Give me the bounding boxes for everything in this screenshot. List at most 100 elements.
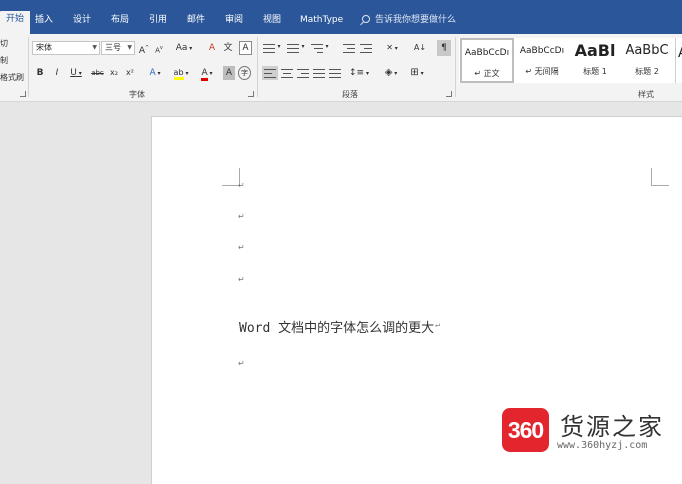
clipboard-dialog-launcher[interactable] <box>20 91 26 97</box>
strikethrough-icon: abc <box>91 69 104 77</box>
copy-button[interactable]: 制 <box>0 55 8 66</box>
align-center-icon[interactable] <box>281 68 293 78</box>
bullets-icon[interactable] <box>263 43 275 53</box>
italic-button[interactable]: I <box>52 66 62 80</box>
style-cell-partial[interactable]: A <box>675 38 682 83</box>
tab-view[interactable]: 视图 <box>257 12 287 32</box>
tab-layout[interactable]: 布局 <box>105 12 135 32</box>
sort-icon: A↓ <box>413 43 427 52</box>
paragraph-mark: ↵ <box>238 359 245 368</box>
font-size-combo[interactable]: 三号 ▼ <box>101 41 135 55</box>
text-effects-button[interactable]: A ▾ <box>146 66 164 80</box>
superscript-button[interactable]: x² <box>124 66 136 80</box>
chinese-layout-icon: ✕ <box>386 43 393 52</box>
italic-icon: I <box>55 68 59 78</box>
format-painter-button[interactable]: 格式刷 <box>0 72 24 83</box>
borders-button[interactable]: ⊞ ▾ <box>405 66 429 80</box>
style-heading-2[interactable]: AaBbC 标题 2 <box>622 38 672 83</box>
tab-design[interactable]: 设计 <box>67 12 97 32</box>
paragraph-mark: ↵ <box>238 243 245 252</box>
character-shading-icon: A <box>225 68 233 78</box>
document-text-line[interactable]: Word 文档中的字体怎么调的更大↵ <box>239 317 440 336</box>
character-border-button[interactable]: A <box>239 41 252 55</box>
tab-mathtype[interactable]: MathType <box>294 12 349 32</box>
search-icon <box>362 15 370 23</box>
numbering-icon[interactable] <box>287 43 299 53</box>
font-name-combo[interactable]: 宋体 ▼ <box>32 41 100 55</box>
shrink-font-button[interactable]: Av <box>153 41 165 55</box>
chevron-down-icon: ▼ <box>127 44 132 51</box>
sort-button[interactable]: A↓ <box>413 41 427 55</box>
tab-mailings[interactable]: 邮件 <box>181 12 211 32</box>
phonetic-guide-icon: 文 <box>223 43 233 53</box>
cut-button[interactable]: 切 <box>0 38 8 49</box>
bold-icon: B <box>36 68 44 78</box>
multilevel-list-icon[interactable] <box>311 43 323 53</box>
font-color-button[interactable]: A ▾ <box>197 66 217 81</box>
group-separator <box>28 37 29 97</box>
bold-button[interactable]: B <box>35 66 45 80</box>
underline-icon: U <box>70 68 77 78</box>
watermark-logo: 360 <box>502 408 549 452</box>
grow-font-button[interactable]: A^ <box>138 41 150 56</box>
align-left-icon[interactable] <box>262 66 278 80</box>
chevron-down-icon[interactable]: ▾ <box>324 40 330 54</box>
style-normal[interactable]: AaBbCcDı ↵ 正文 <box>460 38 514 83</box>
underline-button[interactable]: U ▾ <box>68 66 84 80</box>
chevron-down-icon[interactable]: ▾ <box>276 40 282 54</box>
style-no-spacing[interactable]: AaBbCcDı ↵ 无间隔 <box>516 38 568 83</box>
shading-button[interactable]: ◈ ▾ <box>381 66 401 80</box>
highlight-button[interactable]: ab ▾ <box>170 66 192 80</box>
style-name: ↵ 无间隔 <box>525 67 559 76</box>
paragraph-dialog-launcher[interactable] <box>446 91 452 97</box>
subscript-button[interactable]: x₂ <box>108 66 120 80</box>
enclose-characters-button[interactable]: 字 <box>238 66 251 80</box>
change-case-icon: Aa <box>175 43 188 53</box>
styles-group-label: 样式 <box>638 90 654 99</box>
character-shading-button[interactable]: A <box>223 66 235 80</box>
style-preview: AaBl <box>574 41 616 60</box>
decrease-indent-icon[interactable] <box>343 43 355 53</box>
line-spacing-button[interactable]: ↕≡ ▾ <box>348 66 370 80</box>
document-text: Word 文档中的字体怎么调的更大 <box>239 321 435 336</box>
style-preview: AaBbC <box>625 43 669 58</box>
paragraph-group-label: 段落 <box>342 90 358 99</box>
styles-gallery: AaBbCcDı ↵ 正文 AaBbCcDı ↵ 无间隔 AaBl 标题 1 A… <box>459 38 682 83</box>
strikethrough-button[interactable]: abc <box>90 66 105 80</box>
ribbon-tab-bar: 开始 插入 设计 布局 引用 邮件 审阅 视图 MathType 告诉我你想要做… <box>0 0 682 34</box>
tab-home[interactable]: 开始 <box>0 11 31 34</box>
paragraph-mark: ↵ <box>238 212 245 221</box>
style-preview: AaBbCcDı <box>464 48 510 58</box>
font-group-label: 字体 <box>129 90 145 99</box>
paragraph-mark-icon: ¶ <box>441 43 447 53</box>
change-case-button[interactable]: Aa ▾ <box>174 41 194 55</box>
tab-references[interactable]: 引用 <box>143 12 173 32</box>
borders-icon: ⊞ <box>410 67 419 78</box>
group-separator <box>257 37 258 97</box>
style-heading-1[interactable]: AaBl 标题 1 <box>569 38 621 83</box>
align-right-icon[interactable] <box>297 68 309 78</box>
style-name: ↵ 正文 <box>474 69 500 78</box>
style-preview: AaBbCcDı <box>519 46 565 56</box>
tab-insert[interactable]: 插入 <box>29 12 59 32</box>
watermark-url: www.360hyzj.com <box>557 440 648 451</box>
crop-mark-top-right <box>651 168 669 186</box>
distributed-icon[interactable] <box>329 68 341 78</box>
tab-review[interactable]: 审阅 <box>219 12 249 32</box>
chevron-down-icon[interactable]: ▾ <box>300 40 306 54</box>
font-name-value: 宋体 <box>36 43 52 52</box>
increase-indent-icon[interactable] <box>360 43 372 53</box>
clear-format-button[interactable]: A <box>206 41 218 55</box>
font-dialog-launcher[interactable] <box>248 91 254 97</box>
phonetic-guide-button[interactable]: 文 <box>222 41 234 55</box>
chinese-layout-button[interactable]: ✕ ▾ <box>382 41 402 55</box>
ribbon-home: 切 制 格式刷 宋体 ▼ 三号 ▼ A^ Av Aa ▾ A 文 A B I U ▾… <box>0 34 682 102</box>
show-marks-button[interactable]: ¶ <box>437 40 451 56</box>
tell-me-search[interactable]: 告诉我你想要做什么 <box>362 12 456 28</box>
paragraph-mark: ↵ <box>238 181 245 190</box>
clear-format-icon: A <box>208 43 216 53</box>
watermark-name: 货源之家 <box>560 413 664 441</box>
justify-icon[interactable] <box>313 68 325 78</box>
paragraph-mark: ↵ <box>238 275 245 284</box>
subscript-icon: x₂ <box>110 68 118 77</box>
